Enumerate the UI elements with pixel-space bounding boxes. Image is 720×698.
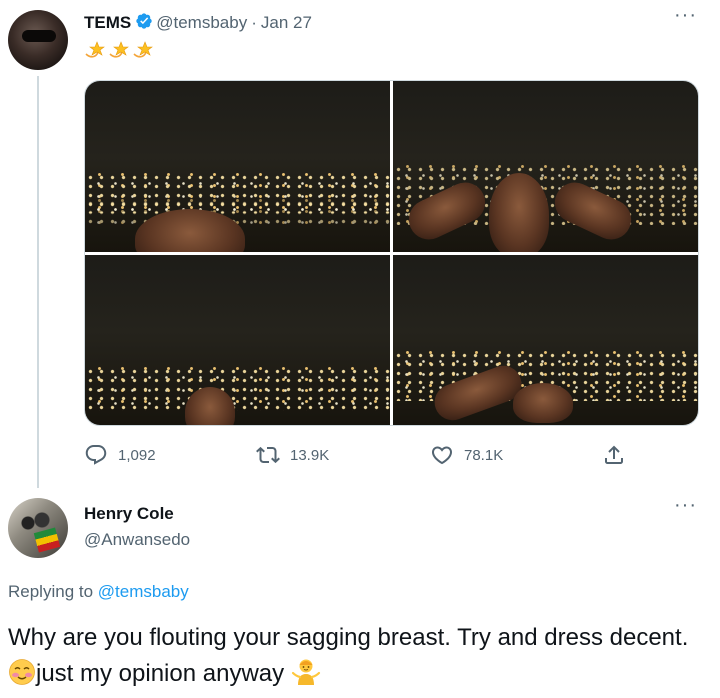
retweet-button[interactable]: 13.9K [256, 443, 329, 467]
author-name[interactable]: Henry Cole [84, 504, 174, 524]
reply-text-part1: Why are you flouting your sagging breast… [8, 624, 689, 651]
replying-to: Replying to @temsbaby [8, 582, 189, 602]
heart-icon [431, 446, 453, 465]
photo-1[interactable] [85, 81, 390, 252]
reply-count: 1,092 [118, 446, 156, 464]
like-button[interactable]: 78.1K [430, 443, 503, 467]
dizzy-star-icon [109, 41, 129, 58]
reply-button[interactable]: 1,092 [84, 443, 156, 467]
more-options-icon[interactable]: ··· [674, 4, 697, 27]
tweet-actions: 1,092 13.9K 78.1K [84, 443, 644, 467]
photo-4[interactable] [393, 254, 698, 425]
like-count: 78.1K [464, 446, 504, 464]
author-name[interactable]: TEMS [84, 13, 131, 33]
more-options-icon[interactable]: ··· [674, 494, 697, 517]
original-tweet: TEMS @temsbaby · Jan 27 ··· 1,092 13.9K … [0, 0, 720, 488]
smiling-face-with-hearts-blush-icon [8, 658, 36, 697]
retweet-icon [256, 446, 280, 464]
author-handle[interactable]: @temsbaby [156, 13, 247, 33]
avatar[interactable] [8, 10, 68, 70]
dizzy-star-icon [133, 41, 153, 58]
avatar[interactable] [8, 498, 68, 558]
photo-2[interactable] [393, 81, 698, 252]
tweet-body [84, 40, 154, 60]
media-grid [84, 80, 699, 426]
tweet-header: TEMS @temsbaby · Jan 27 [84, 12, 312, 34]
dot-separator: · [251, 13, 257, 32]
photo-3[interactable] [85, 254, 390, 425]
reply-text: Why are you flouting your sagging breast… [8, 620, 708, 697]
author-handle[interactable]: @Anwansedo [84, 530, 190, 550]
replying-to-label: Replying to [8, 582, 94, 601]
person-shrugging-icon [291, 656, 321, 697]
thread-connector-line [37, 76, 39, 488]
reply-text-part2: just my opinion anyway [36, 660, 285, 687]
share-button[interactable] [602, 443, 626, 467]
tweet-date[interactable]: Jan 27 [261, 13, 312, 33]
dizzy-star-icon [85, 41, 105, 58]
retweet-count: 13.9K [290, 446, 330, 464]
reply-bubble-icon [85, 445, 107, 465]
verified-badge-icon [135, 12, 153, 35]
replying-to-mention[interactable]: @temsbaby [98, 582, 189, 601]
share-icon [605, 445, 623, 464]
